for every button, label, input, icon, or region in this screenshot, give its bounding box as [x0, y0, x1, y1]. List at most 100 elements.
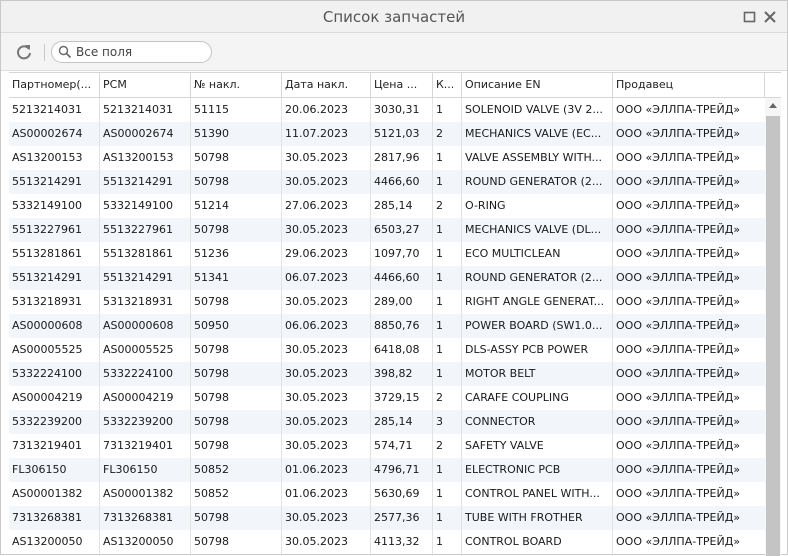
- close-icon[interactable]: [763, 10, 777, 24]
- table-cell: FL306150: [12, 463, 67, 476]
- column-header[interactable]: Продавец: [613, 73, 765, 97]
- scroll-up-icon[interactable]: [769, 103, 777, 108]
- table-cell: 6418,08: [374, 343, 420, 356]
- table-cell: 50798: [194, 151, 229, 164]
- table-row[interactable]: 5332239200 5332239200 50798 30.05.2023 285,1…: [9, 410, 765, 434]
- table-cell: 50798: [194, 295, 229, 308]
- table-cell: 30.05.2023: [285, 391, 348, 404]
- table-cell: 2: [436, 439, 443, 452]
- search-box[interactable]: [51, 41, 212, 63]
- table-row[interactable]: 5313218931 5313218931 50798 30.05.2023 289,0…: [9, 290, 765, 314]
- table-cell: ООО «ЭЛЛПА-ТРЕЙД»: [616, 415, 741, 428]
- column-header[interactable]: Цена ...: [371, 73, 433, 97]
- table-row[interactable]: 5213214031 5213214031 51115 20.06.2023 3030,…: [9, 98, 765, 122]
- table-row[interactable]: AS00002674 AS00002674 51390 11.07.2023 5121,…: [9, 122, 765, 146]
- table-cell: ELECTRONIC PCB: [465, 463, 561, 476]
- table-row[interactable]: AS13200153 AS13200153 50798 30.05.2023 2817,…: [9, 146, 765, 170]
- table-cell: 398,82: [374, 367, 413, 380]
- column-divider: [99, 98, 100, 556]
- table-cell: TUBE WITH FROTHER: [465, 511, 583, 524]
- table-cell: RIGHT ANGLE GENERAT...: [465, 295, 605, 308]
- refresh-icon[interactable]: [15, 43, 33, 61]
- table-cell: 51214: [194, 199, 229, 212]
- table-cell: AS13200153: [103, 151, 174, 164]
- table-cell: 5513227961: [103, 223, 173, 236]
- table-cell: 5332224100: [103, 367, 173, 380]
- vertical-scrollbar[interactable]: [765, 98, 781, 556]
- table-cell: 5313218931: [103, 295, 173, 308]
- maximize-icon[interactable]: [743, 10, 757, 24]
- table-cell: 5332149100: [12, 199, 82, 212]
- scroll-thumb[interactable]: [766, 116, 780, 556]
- table-cell: AS00004219: [12, 391, 83, 404]
- table-row[interactable]: FL306150 FL306150 50852 01.06.2023 4796,71 1 E…: [9, 458, 765, 482]
- column-header[interactable]: № накл.: [191, 73, 282, 97]
- table-cell: ООО «ЭЛЛПА-ТРЕЙД»: [616, 439, 741, 452]
- table-cell: 50798: [194, 175, 229, 188]
- table-row[interactable]: AS00005525 AS00005525 50798 30.05.2023 6418,…: [9, 338, 765, 362]
- table-cell: MECHANICS VALVE (EC...: [465, 127, 602, 140]
- table-cell: 5630,69: [374, 487, 420, 500]
- table-cell: 30.05.2023: [285, 511, 348, 524]
- table-cell: 50798: [194, 223, 229, 236]
- table-cell: 29.06.2023: [285, 247, 348, 260]
- table-cell: ООО «ЭЛЛПА-ТРЕЙД»: [616, 367, 741, 380]
- table-cell: 5513214291: [103, 175, 173, 188]
- table-cell: ООО «ЭЛЛПА-ТРЕЙД»: [616, 247, 741, 260]
- table-cell: ООО «ЭЛЛПА-ТРЕЙД»: [616, 103, 741, 116]
- column-header[interactable]: PCM: [100, 73, 191, 97]
- table-row[interactable]: 5513214291 5513214291 50798 30.05.2023 4466,…: [9, 170, 765, 194]
- table-cell: 5513214291: [12, 271, 82, 284]
- table-cell: 3729,15: [374, 391, 420, 404]
- table-cell: AS00000608: [12, 319, 83, 332]
- column-header[interactable]: Дата накл.: [282, 73, 371, 97]
- table-row[interactable]: AS13200050 AS13200050 50798 30.05.2023 4113,…: [9, 530, 765, 554]
- table-row[interactable]: 5332224100 5332224100 50798 30.05.2023 398,8…: [9, 362, 765, 386]
- table-row[interactable]: AS00000608 AS00000608 50950 06.06.2023 8850,…: [9, 314, 765, 338]
- table-cell: 50950: [194, 319, 229, 332]
- column-divider: [461, 98, 462, 556]
- table-row[interactable]: 5513281861 5513281861 51236 29.06.2023 1097,…: [9, 242, 765, 266]
- table-cell: 5332239200: [12, 415, 82, 428]
- table-row[interactable]: 7313219401 7313219401 50798 30.05.2023 574,7…: [9, 434, 765, 458]
- table-cell: MECHANICS VALVE (DL...: [465, 223, 602, 236]
- table-cell: ООО «ЭЛЛПА-ТРЕЙД»: [616, 223, 741, 236]
- table-cell: 1: [436, 295, 443, 308]
- table-cell: 5513281861: [103, 247, 173, 260]
- table-cell: SAFETY VALVE: [465, 439, 544, 452]
- table-cell: 5513227961: [12, 223, 82, 236]
- table-cell: 01.06.2023: [285, 463, 348, 476]
- table-row[interactable]: 5513227961 5513227961 50798 30.05.2023 6503,…: [9, 218, 765, 242]
- table-cell: 5213214031: [103, 103, 173, 116]
- table-cell: 50798: [194, 391, 229, 404]
- table-cell: 2: [436, 127, 443, 140]
- table-cell: 5513214291: [12, 175, 82, 188]
- table-cell: MOTOR BELT: [465, 367, 536, 380]
- search-input[interactable]: [76, 44, 206, 60]
- table-cell: 285,14: [374, 415, 413, 428]
- table-row[interactable]: 7313268381 7313268381 50798 30.05.2023 2577,…: [9, 506, 765, 530]
- search-icon: [58, 45, 72, 59]
- table-row[interactable]: AS00004219 AS00004219 50798 30.05.2023 3729,…: [9, 386, 765, 410]
- table-cell: 2: [436, 391, 443, 404]
- table-cell: 5332224100: [12, 367, 82, 380]
- table-row[interactable]: 5513214291 5513214291 51341 06.07.2023 4466,…: [9, 266, 765, 290]
- column-header[interactable]: Партномер(...: [9, 73, 100, 97]
- table-cell: 1: [436, 511, 443, 524]
- table-cell: 1: [436, 487, 443, 500]
- table-cell: FL306150: [103, 463, 158, 476]
- table-cell: 5332239200: [103, 415, 173, 428]
- table-row[interactable]: AS00001382 AS00001382 50852 01.06.2023 5630,…: [9, 482, 765, 506]
- table-header: Партномер(... PCM № накл. Дата накл. Цена ..…: [9, 72, 781, 98]
- table-cell: 2577,36: [374, 511, 420, 524]
- table-row[interactable]: 5332149100 5332149100 51214 27.06.2023 285,1…: [9, 194, 765, 218]
- table-cell: ООО «ЭЛЛПА-ТРЕЙД»: [616, 271, 741, 284]
- column-header[interactable]: Описание EN: [462, 73, 613, 97]
- table-cell: SOLENOID VALVE (3V 2...: [465, 103, 603, 116]
- table-cell: ООО «ЭЛЛПА-ТРЕЙД»: [616, 175, 741, 188]
- column-header[interactable]: К...: [433, 73, 462, 97]
- table-cell: 30.05.2023: [285, 295, 348, 308]
- table-cell: 6503,27: [374, 223, 420, 236]
- table-cell: AS13200050: [12, 535, 83, 548]
- table-cell: AS00002674: [12, 127, 83, 140]
